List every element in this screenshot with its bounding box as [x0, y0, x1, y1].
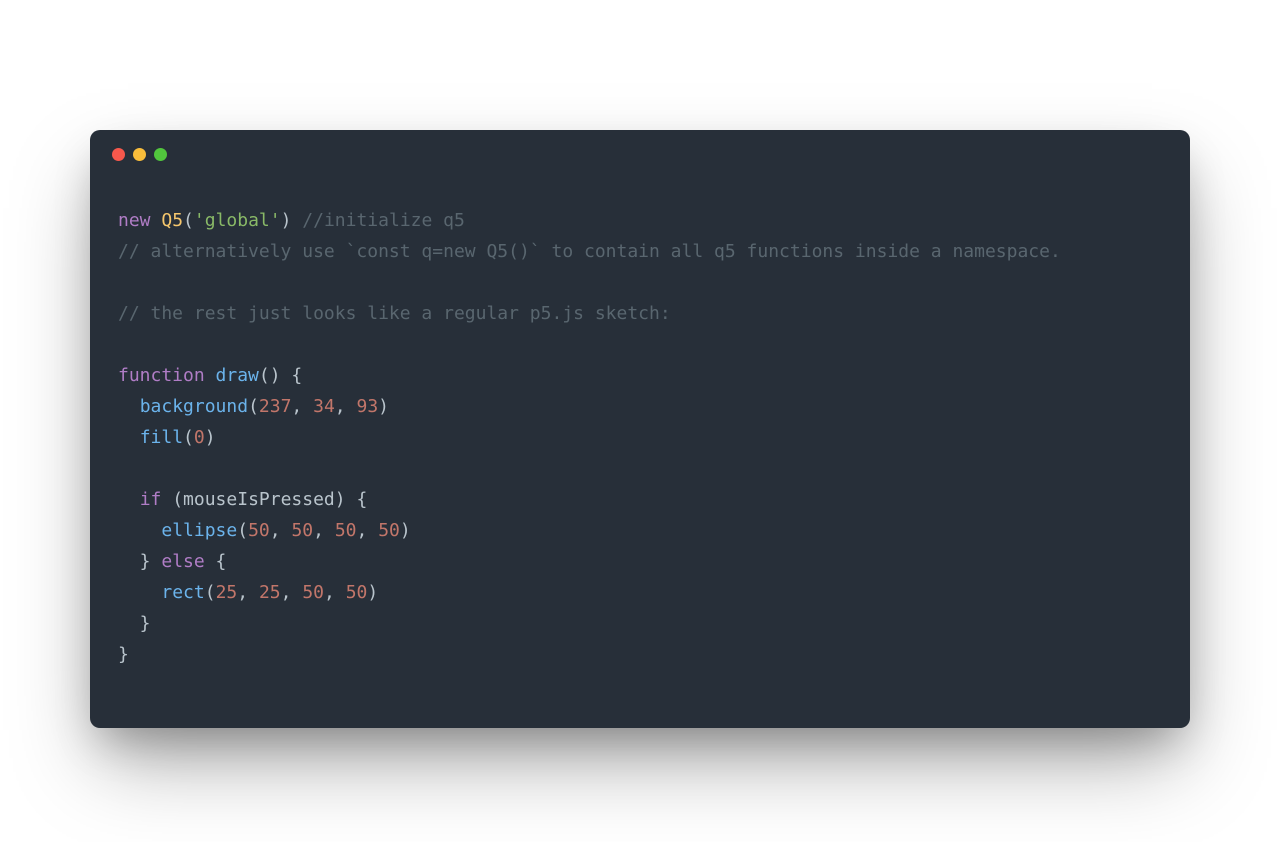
- code-token: // the rest just looks like a regular p5…: [118, 303, 671, 324]
- code-line: fill(0): [118, 422, 1162, 453]
- code-token: 0: [194, 427, 205, 448]
- code-token: 50: [378, 520, 400, 541]
- code-line: rect(25, 25, 50, 50): [118, 577, 1162, 608]
- code-token: 25: [216, 582, 238, 603]
- minimize-icon[interactable]: [133, 148, 146, 161]
- code-token: 'global': [194, 210, 281, 231]
- code-line: [118, 329, 1162, 360]
- code-token: [118, 489, 140, 510]
- code-token: (: [183, 210, 194, 231]
- code-token: draw: [216, 365, 259, 386]
- code-token: (: [237, 520, 248, 541]
- code-line: ellipse(50, 50, 50, 50): [118, 515, 1162, 546]
- code-line: // the rest just looks like a regular p5…: [118, 298, 1162, 329]
- code-token: ): [205, 427, 216, 448]
- code-token: (: [183, 427, 194, 448]
- code-token: {: [205, 551, 227, 572]
- code-line: // alternatively use `const q=new Q5()` …: [118, 236, 1162, 267]
- code-token: }: [118, 644, 129, 665]
- code-token: Q5: [161, 210, 183, 231]
- code-token: }: [118, 551, 161, 572]
- code-block: new Q5('global') //initialize q5// alter…: [90, 185, 1190, 710]
- code-token: [118, 427, 140, 448]
- code-token: rect: [161, 582, 204, 603]
- code-token: fill: [140, 427, 183, 448]
- code-token: [118, 520, 161, 541]
- code-token: // alternatively use `const q=new Q5()` …: [118, 241, 1061, 262]
- code-token: (: [248, 396, 259, 417]
- code-token: ,: [335, 396, 357, 417]
- code-token: 50: [248, 520, 270, 541]
- code-token: background: [140, 396, 248, 417]
- code-token: ,: [313, 520, 335, 541]
- code-line: }: [118, 639, 1162, 670]
- code-token: 50: [335, 520, 357, 541]
- code-token: ): [400, 520, 411, 541]
- code-token: 93: [356, 396, 378, 417]
- code-token: ,: [237, 582, 259, 603]
- code-token: ): [378, 396, 389, 417]
- code-line: background(237, 34, 93): [118, 391, 1162, 422]
- code-line: }: [118, 608, 1162, 639]
- code-token: 25: [259, 582, 281, 603]
- code-token: ): [367, 582, 378, 603]
- close-icon[interactable]: [112, 148, 125, 161]
- code-token: (mouseIsPressed) {: [161, 489, 367, 510]
- code-token: //initialize q5: [302, 210, 465, 231]
- code-token: 50: [346, 582, 368, 603]
- code-token: if: [140, 489, 162, 510]
- code-token: [205, 365, 216, 386]
- window-titlebar: [90, 130, 1190, 167]
- code-token: (: [205, 582, 216, 603]
- code-line: new Q5('global') //initialize q5: [118, 205, 1162, 236]
- code-token: ): [281, 210, 303, 231]
- code-token: ellipse: [161, 520, 237, 541]
- code-token: ,: [281, 582, 303, 603]
- code-line: } else {: [118, 546, 1162, 577]
- code-token: ,: [270, 520, 292, 541]
- code-token: 237: [259, 396, 292, 417]
- maximize-icon[interactable]: [154, 148, 167, 161]
- code-token: new: [118, 210, 151, 231]
- code-token: else: [161, 551, 204, 572]
- code-window: new Q5('global') //initialize q5// alter…: [90, 130, 1190, 728]
- code-line: [118, 267, 1162, 298]
- code-token: 50: [302, 582, 324, 603]
- code-token: function: [118, 365, 205, 386]
- code-line: if (mouseIsPressed) {: [118, 484, 1162, 515]
- code-token: [118, 396, 140, 417]
- code-token: [151, 210, 162, 231]
- code-token: 34: [313, 396, 335, 417]
- code-token: ,: [357, 520, 379, 541]
- code-token: ,: [324, 582, 346, 603]
- code-token: [118, 582, 161, 603]
- code-token: ,: [291, 396, 313, 417]
- code-line: function draw() {: [118, 360, 1162, 391]
- code-token: }: [118, 613, 151, 634]
- code-line: [118, 453, 1162, 484]
- code-token: 50: [291, 520, 313, 541]
- code-token: () {: [259, 365, 302, 386]
